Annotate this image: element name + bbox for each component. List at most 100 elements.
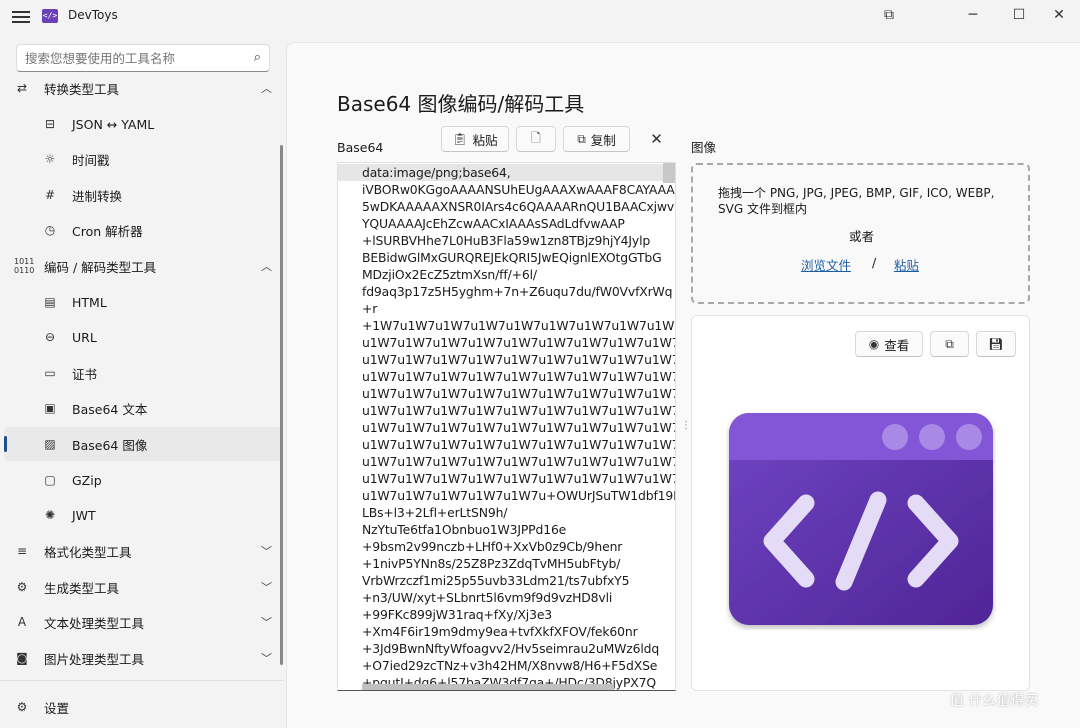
base64-text-icon: ▣ [44, 401, 56, 415]
devtoys-logo-image [729, 413, 993, 625]
save-icon: 💾︎ [988, 337, 1004, 351]
sidebar-item-settings[interactable]: ⚙ 设置 [4, 690, 282, 724]
search-input[interactable] [17, 45, 247, 71]
sidebar-item-label: 格式化类型工具 [44, 544, 132, 560]
text-icon: A [17, 615, 27, 629]
sidebar-item-label: 时间戳 [72, 152, 110, 168]
drop-or-text: 或者 [849, 229, 875, 244]
link-separator: / [872, 255, 877, 270]
chevron-up-icon: ︿ [261, 82, 272, 95]
encoder-icon: 1011 0110 [14, 257, 35, 275]
view-button-label: 查看 [884, 337, 910, 353]
sidebar-item-base64-text[interactable]: ▣ Base64 文本 [4, 391, 282, 425]
sidebar-item-certificate[interactable]: ▭ 证书 [4, 356, 282, 390]
sidebar-item-label: 进制转换 [72, 188, 123, 204]
paste-button-label: 粘贴 [472, 132, 498, 148]
certificate-icon: ▭ [44, 366, 56, 380]
sidebar-item-encoders[interactable]: 1011 0110 编码 / 解码类型工具 ︿ [4, 249, 282, 283]
sidebar-item-label: 转换类型工具 [44, 81, 120, 97]
sidebar-item-html[interactable]: ▤ HTML [4, 285, 282, 319]
sidebar-item-label: Base64 文本 [72, 401, 148, 417]
base64-editor-text[interactable]: data:image/png;base64, iVBORw0KGgoAAAANS… [362, 164, 675, 690]
sidebar-item-label: GZip [72, 472, 102, 488]
minimize-button[interactable]: ─ [950, 0, 996, 30]
compact-overlay-icon[interactable]: ⧉ [866, 0, 912, 30]
sidebar-item-generators[interactable]: ⚙ 生成类型工具 ﹀ [4, 570, 282, 604]
drop-instructions: 拖拽一个 PNG, JPG, JPEG, BMP, GIF, ICO, WEBP… [718, 186, 995, 216]
file-icon: 🗋 [531, 130, 541, 145]
sidebar-item-timestamp[interactable]: ☼ 时间戳 [4, 142, 282, 176]
copy-icon: ⧉ [577, 131, 586, 146]
logo-dot-2 [919, 424, 945, 450]
gear-icon: ⚙ [16, 700, 28, 714]
view-button[interactable]: ◉ 查看 [855, 331, 923, 357]
sidebar-item-label: Cron 解析器 [72, 223, 143, 239]
link-icon: ⊖ [44, 330, 56, 344]
editor-horizontal-scrollbar[interactable] [362, 684, 614, 690]
convert-icon: ⇄ [16, 81, 28, 95]
sidebar-item-label: 编码 / 解码类型工具 [44, 259, 157, 275]
chevron-up-icon: ︿ [261, 260, 272, 273]
sidebar-item-label: URL [72, 329, 97, 345]
sidebar-item-graphic[interactable]: ◙ 图片处理类型工具 ﹀ [4, 641, 282, 675]
sidebar-item-json-yaml[interactable]: ⊟ JSON ↔ YAML [4, 107, 282, 141]
timestamp-icon: ☼ [44, 152, 56, 166]
browse-files-link[interactable]: 浏览文件 [801, 255, 851, 274]
sidebar-item-text[interactable]: A 文本处理类型工具 ﹀ [4, 605, 282, 639]
copy-image-button[interactable]: ⧉ [930, 331, 969, 357]
sidebar-item-label: 证书 [72, 366, 98, 382]
hamburger-menu-icon[interactable] [12, 8, 30, 24]
gzip-icon: ▢ [44, 473, 56, 487]
base64-label: Base64 [337, 140, 384, 155]
image-icon: ◙ [16, 651, 28, 665]
sidebar-item-jwt[interactable]: ✺ JWT [4, 498, 282, 532]
sidebar-item-label: 图片处理类型工具 [44, 651, 145, 667]
editor-scrollbar[interactable] [663, 163, 675, 183]
clear-button[interactable]: ✕ [637, 126, 676, 152]
copy-button[interactable]: ⧉ 复制 [563, 126, 630, 152]
chevron-down-icon: ﹀ [261, 545, 272, 558]
search-box[interactable]: ⌕ [16, 44, 270, 72]
sidebar-item-label: JWT [72, 507, 96, 523]
image-label: 图像 [691, 140, 717, 155]
sidebar-item-label: Base64 图像 [72, 437, 148, 453]
generator-icon: ⚙ [16, 580, 28, 594]
json-yaml-icon: ⊟ [44, 117, 56, 131]
sidebar-item-base64-image[interactable]: ▨ Base64 图像 [4, 427, 282, 461]
close-button[interactable]: ✕ [1036, 0, 1080, 30]
base64-image-icon: ▨ [44, 437, 56, 451]
sidebar-item-label: HTML [72, 294, 107, 310]
html-icon: ▤ [44, 295, 56, 309]
sidebar-item-label: 文本处理类型工具 [44, 615, 145, 631]
sidebar-item-url[interactable]: ⊖ URL [4, 320, 282, 354]
chevron-down-icon: ﹀ [261, 616, 272, 629]
sidebar-item-gzip[interactable]: ▢ GZip [4, 463, 282, 497]
paste-button[interactable]: 📋︎ 粘贴 [441, 126, 509, 152]
logo-dot-1 [882, 424, 908, 450]
sidebar-item-label: 生成类型工具 [44, 580, 120, 596]
sidebar-item-formatters[interactable]: ≡ 格式化类型工具 ﹀ [4, 534, 282, 568]
eye-icon: ◉ [868, 337, 880, 351]
chevron-down-icon: ﹀ [261, 581, 272, 594]
open-file-button[interactable]: 🗋 [516, 126, 556, 152]
app-title: DevToys [68, 8, 118, 22]
sidebar-item-label: JSON ↔ YAML [72, 116, 155, 132]
logo-window-titlebar [729, 413, 993, 460]
base64-editor[interactable]: data:image/png;base64, iVBORw0KGgoAAAANS… [337, 162, 676, 691]
sidebar-item-label: 设置 [44, 700, 70, 716]
sidebar-scrollbar[interactable] [280, 145, 283, 665]
copy-icon: ⧉ [945, 336, 954, 351]
number-base-icon: # [44, 188, 56, 202]
title-bar: </> DevToys ⧉ ─ ☐ ✕ [0, 0, 1080, 32]
sidebar-item-cron[interactable]: ◷ Cron 解析器 [4, 213, 282, 247]
logo-dot-3 [956, 424, 982, 450]
paste-link[interactable]: 粘贴 [894, 255, 919, 274]
watermark-text: 值 什么值得买 [950, 693, 1039, 709]
search-icon[interactable]: ⌕ [254, 50, 261, 65]
app-logo-icon: </> [42, 9, 58, 23]
sidebar-item-converters[interactable]: ⇄ 转换类型工具 ︿ [4, 71, 282, 105]
save-image-button[interactable]: 💾︎ [976, 331, 1016, 357]
page-title: Base64 图像编码/解码工具 [337, 92, 585, 116]
sidebar-divider [0, 680, 284, 681]
sidebar-item-number-base[interactable]: # 进制转换 [4, 178, 282, 212]
